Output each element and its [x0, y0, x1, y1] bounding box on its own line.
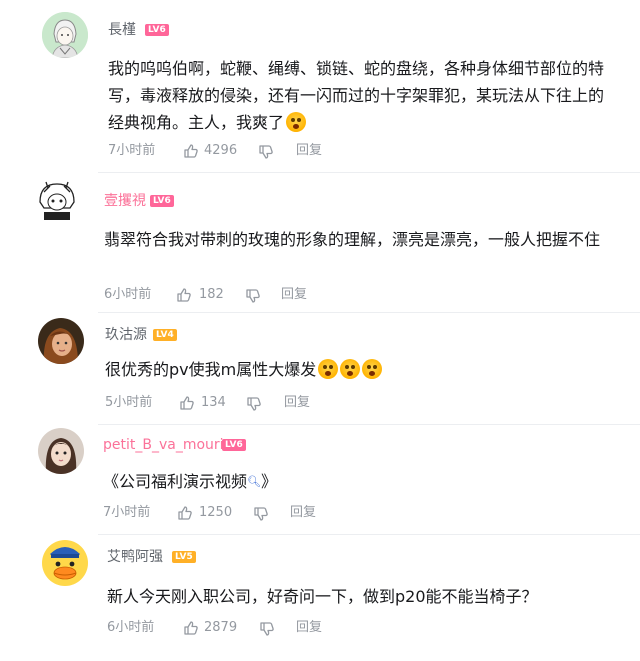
- comment-2: 壹攫視 LV6 翡翠符合我对带刺的玫瑰的形象的理解，漂亮是漂亮，一般人把握不住 …: [0, 172, 640, 312]
- username[interactable]: 壹攫視: [104, 192, 146, 210]
- comment-body: 新人今天刚入职公司，好奇问一下，做到p20能不能当椅子？: [107, 587, 538, 606]
- avatar[interactable]: [38, 428, 84, 474]
- dislike-icon[interactable]: [258, 144, 274, 160]
- anime-character-avatar-icon: [42, 12, 88, 58]
- comment-body: 很优秀的pv使我m属性大爆发: [105, 360, 317, 379]
- level-badge: LV5: [172, 551, 196, 563]
- comment-meta: 7小时前 4296 回复: [108, 142, 408, 160]
- emoji-icon: [340, 359, 361, 379]
- reply-button[interactable]: 回复: [296, 619, 322, 637]
- comment-1: 長槿 LV6 我的呜呜伯啊，蛇鞭、绳缚、锁链、蛇的盘绕，各种身体细节部位的特写，…: [0, 0, 640, 172]
- comment-text: 我的呜呜伯啊，蛇鞭、绳缚、锁链、蛇的盘绕，各种身体细节部位的特写，毒液释放的侵染…: [108, 55, 613, 136]
- comment-4: petit_B_va_mouri LV6 《公司福利演示视频🔍︎》 7小时前 1…: [0, 424, 640, 534]
- reply-button[interactable]: 回复: [290, 504, 316, 522]
- dislike-icon[interactable]: [246, 396, 262, 412]
- duck-avatar-icon: [42, 540, 88, 586]
- timestamp: 5小时前: [105, 395, 153, 410]
- like-count: 182: [199, 287, 224, 302]
- like-count: 1250: [199, 505, 233, 520]
- avatar[interactable]: [42, 12, 88, 58]
- comment-meta: 6小时前 182 回复: [104, 286, 404, 304]
- comment-text: 翡翠符合我对带刺的玫瑰的形象的理解，漂亮是漂亮，一般人把握不住: [104, 226, 604, 253]
- like-icon[interactable]: [177, 505, 193, 521]
- dislike-icon[interactable]: [253, 506, 269, 522]
- comment-link[interactable]: 《公司福利演示视频: [103, 472, 247, 491]
- comment-5: 艾鸭阿强 LV5 新人今天刚入职公司，好奇问一下，做到p20能不能当椅子？ 6小…: [0, 534, 640, 661]
- like-count: 4296: [204, 143, 238, 158]
- avatar[interactable]: [42, 540, 88, 586]
- dislike-icon[interactable]: [245, 288, 261, 304]
- search-icon[interactable]: 🔍︎: [247, 468, 261, 495]
- like-icon[interactable]: [176, 287, 192, 303]
- like-count: 134: [201, 395, 226, 410]
- like-icon[interactable]: [183, 143, 199, 159]
- avatar[interactable]: [34, 178, 80, 224]
- level-badge: LV6: [150, 195, 174, 207]
- girl-avatar-icon: [38, 428, 84, 474]
- comment-text: 很优秀的pv使我m属性大爆发: [105, 356, 605, 383]
- username[interactable]: 艾鸭阿强: [107, 548, 163, 566]
- emoji-icon: [362, 359, 383, 379]
- dislike-icon[interactable]: [259, 621, 275, 637]
- like-icon[interactable]: [179, 395, 195, 411]
- username[interactable]: 玖沽源: [105, 326, 147, 344]
- like-icon[interactable]: [183, 620, 199, 636]
- level-badge: LV4: [153, 329, 177, 341]
- timestamp: 7小时前: [103, 505, 151, 520]
- emoji-icon: [318, 359, 339, 379]
- username[interactable]: petit_B_va_mouri: [103, 436, 224, 454]
- portrait-avatar-icon: [38, 318, 84, 364]
- comment-meta: 5小时前 134 回复: [105, 394, 405, 412]
- reply-button[interactable]: 回复: [281, 286, 307, 304]
- reply-button[interactable]: 回复: [296, 142, 322, 160]
- level-badge: LV6: [222, 439, 246, 451]
- comment-body-suffix: 》: [260, 472, 277, 491]
- comment-meta: 7小时前 1250 回复: [103, 504, 403, 522]
- emoji-icon: [286, 112, 307, 132]
- comment-meta: 6小时前 2879 回复: [107, 619, 407, 637]
- comment-body: 我的呜呜伯啊，蛇鞭、绳缚、锁链、蛇的盘绕，各种身体细节部位的特写，毒液释放的侵染…: [108, 59, 605, 132]
- comment-3: 玖沽源 LV4 很优秀的pv使我m属性大爆发 5小时前 134 回复: [0, 312, 640, 424]
- username[interactable]: 長槿: [108, 21, 136, 39]
- like-count: 2879: [204, 620, 238, 635]
- timestamp: 7小时前: [108, 143, 156, 158]
- reply-button[interactable]: 回复: [284, 394, 310, 412]
- comment-body: 翡翠符合我对带刺的玫瑰的形象的理解，漂亮是漂亮，一般人把握不住: [104, 230, 601, 249]
- avatar[interactable]: [38, 318, 84, 364]
- timestamp: 6小时前: [107, 620, 155, 635]
- comment-text: 新人今天刚入职公司，好奇问一下，做到p20能不能当椅子？: [107, 583, 607, 610]
- comment-text: 《公司福利演示视频🔍︎》: [103, 468, 603, 495]
- timestamp: 6小时前: [104, 287, 152, 302]
- level-badge: LV6: [145, 24, 169, 36]
- chibi-character-avatar-icon: [34, 178, 80, 224]
